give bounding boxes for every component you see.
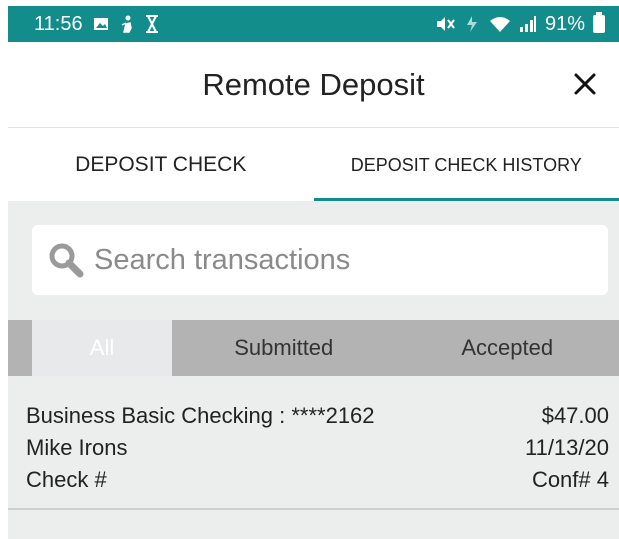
filter-all[interactable]: All bbox=[32, 320, 172, 376]
close-icon bbox=[574, 73, 596, 95]
search-icon bbox=[46, 240, 86, 280]
filter-submitted[interactable]: Submitted bbox=[172, 320, 396, 376]
transaction-row-account: Business Basic Checking : ****2162 $47.0… bbox=[26, 400, 609, 432]
signal-icon bbox=[519, 15, 537, 33]
transaction-name: Mike Irons bbox=[26, 435, 128, 460]
transaction-account: Business Basic Checking : ****2162 bbox=[26, 403, 375, 428]
transaction-row-name: Mike Irons 11/13/20 bbox=[26, 432, 609, 464]
transaction-date: 11/13/20 bbox=[524, 435, 609, 460]
transaction-item[interactable]: Business Basic Checking : ****2162 $47.0… bbox=[8, 390, 619, 510]
transaction-row-check: Check # Conf# 4 bbox=[26, 464, 609, 496]
status-time: 11:56 bbox=[34, 12, 83, 35]
search-box[interactable] bbox=[32, 225, 608, 295]
tab-bar: DEPOSIT CHECK DEPOSIT CHECK HISTORY bbox=[8, 129, 619, 201]
tab-deposit-check-history[interactable]: DEPOSIT CHECK HISTORY bbox=[313, 129, 619, 201]
status-bar-right: 91% bbox=[435, 12, 605, 36]
filter-all-label: All bbox=[89, 335, 115, 360]
page-header: Remote Deposit bbox=[8, 42, 619, 128]
hourglass-icon bbox=[145, 15, 159, 33]
page-title: Remote Deposit bbox=[202, 66, 425, 102]
wifi-icon bbox=[489, 15, 511, 33]
status-bar-left: 11:56 bbox=[34, 13, 435, 36]
filter-accepted-label: Accepted bbox=[461, 335, 554, 360]
transaction-check-number: Check # bbox=[26, 467, 107, 492]
battery-percent: 91% bbox=[544, 12, 585, 35]
transaction-amount: $47.00 bbox=[541, 403, 609, 428]
transaction-confirmation: Conf# 4 bbox=[531, 467, 609, 492]
filter-submitted-label: Submitted bbox=[234, 335, 334, 360]
tab-deposit-check[interactable]: DEPOSIT CHECK bbox=[8, 129, 314, 201]
tab-deposit-check-history-label: DEPOSIT CHECK HISTORY bbox=[350, 154, 582, 175]
tab-deposit-check-label: DEPOSIT CHECK bbox=[75, 153, 247, 176]
status-bar: 11:56 91% bbox=[8, 6, 619, 42]
image-icon bbox=[93, 16, 109, 32]
charging-icon bbox=[463, 15, 481, 33]
mute-icon bbox=[435, 15, 455, 33]
status-filter-bar: All Submitted Accepted bbox=[8, 320, 619, 376]
filter-accepted[interactable]: Accepted bbox=[396, 320, 619, 376]
person-icon bbox=[119, 15, 135, 33]
search-input[interactable] bbox=[94, 243, 574, 277]
close-button[interactable] bbox=[567, 66, 603, 102]
battery-icon bbox=[593, 12, 605, 33]
history-panel: All Submitted Accepted Business Basic Ch… bbox=[8, 201, 619, 539]
